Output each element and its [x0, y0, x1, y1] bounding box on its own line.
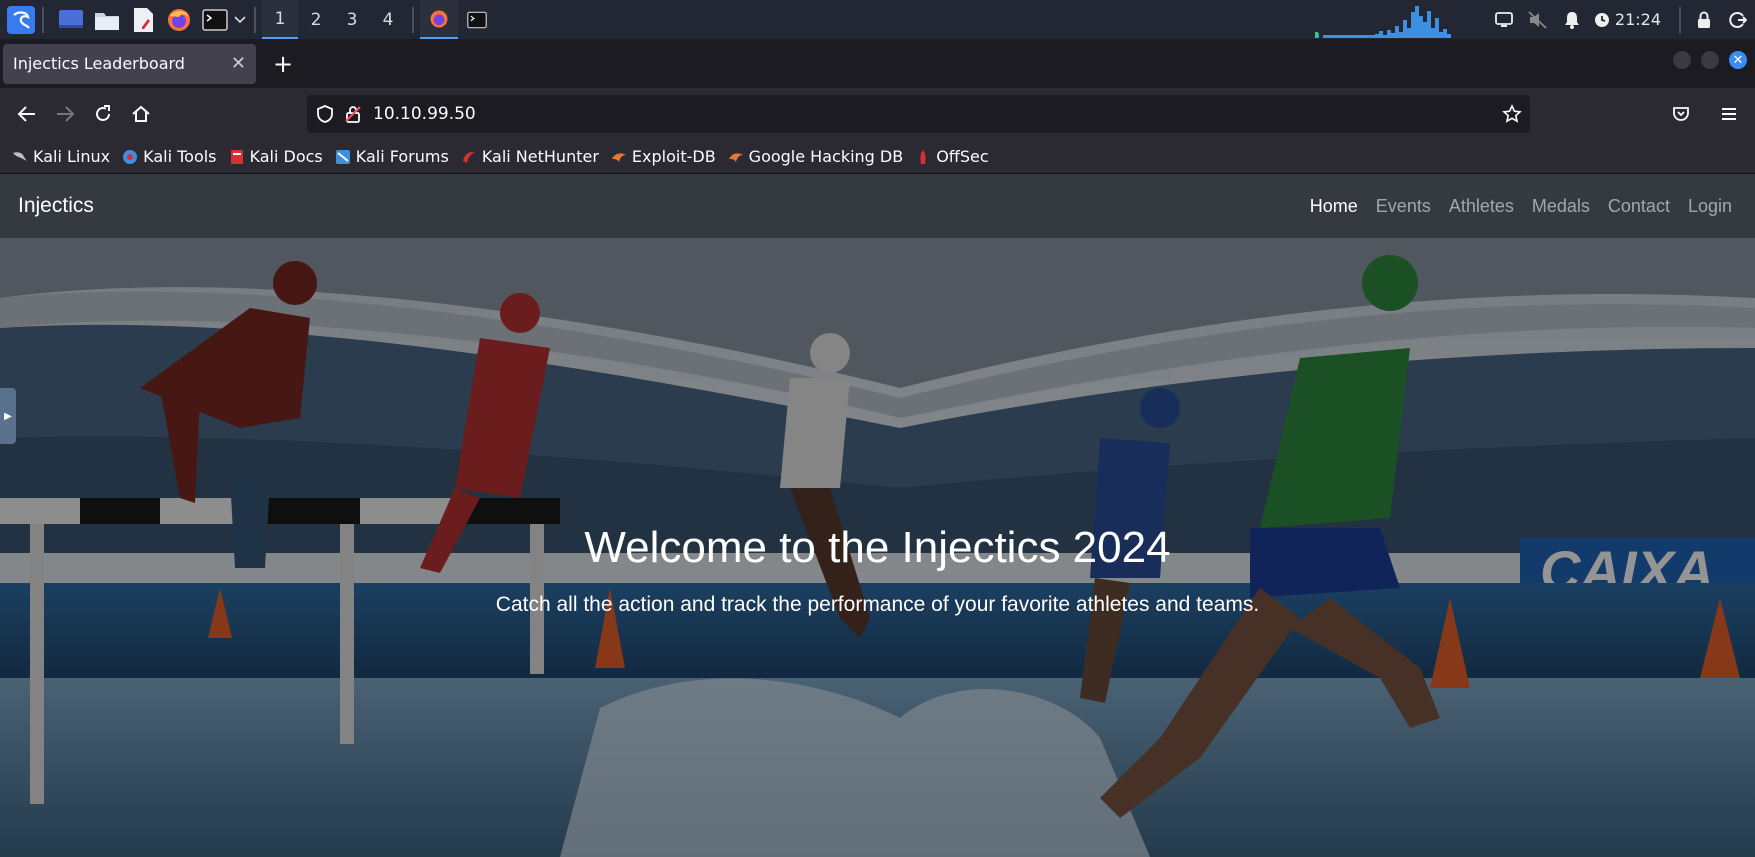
terminal-window-button[interactable] [458, 0, 496, 39]
pocket-button[interactable] [1663, 96, 1699, 132]
ghdb-icon [728, 152, 743, 162]
terminal-icon[interactable] [200, 5, 230, 35]
file-manager-icon[interactable] [92, 5, 122, 35]
bookmark-kali-tools[interactable]: Kali Tools [122, 147, 217, 166]
workspace-2[interactable]: 2 [298, 0, 334, 39]
url-text[interactable]: 10.10.99.50 [373, 104, 476, 124]
offsec-icon [920, 149, 926, 164]
hero-title: Welcome to the Injectics 2024 [584, 523, 1171, 572]
bookmark-exploit-db[interactable]: Exploit-DB [611, 147, 716, 166]
chevron-down-icon[interactable] [232, 5, 248, 35]
hero-subtitle: Catch all the action and track the perfo… [495, 593, 1260, 616]
kali-tools-icon [123, 149, 138, 164]
bookmark-star-icon[interactable] [1502, 104, 1522, 124]
reload-icon [96, 105, 110, 121]
menu-events[interactable]: Events [1367, 196, 1440, 217]
lock-icon[interactable] [1687, 0, 1721, 39]
arrow-right-icon [57, 106, 75, 122]
bookmark-kali-linux[interactable]: Kali Linux [12, 147, 110, 166]
firefox-icon [430, 10, 448, 27]
bookmarks-bar: Kali Linux Kali Tools Kali Docs Kali For… [0, 140, 1755, 174]
sidebar-toggle-handle[interactable]: ▶ [0, 388, 16, 444]
menu-home[interactable]: Home [1301, 196, 1367, 217]
bookmark-kali-forums[interactable]: Kali Forums [335, 147, 449, 166]
site-menu: Home Events Athletes Medals Contact Logi… [1301, 174, 1741, 238]
workspace-4[interactable]: 4 [370, 0, 406, 39]
clock[interactable]: 21:24 [1615, 10, 1661, 29]
clock-icon [1589, 0, 1615, 39]
toolbar-right [1661, 96, 1747, 132]
workspace-3[interactable]: 3 [334, 0, 370, 39]
bookmark-label: Kali Forums [355, 147, 449, 166]
hero-section: CAIXA Welcome to the Injectics 2024 Catc… [0, 238, 1755, 857]
bookmark-label: Exploit-DB [631, 147, 716, 166]
notification-bell-icon[interactable] [1555, 0, 1589, 39]
kali-dragon-icon [13, 151, 27, 161]
window-controls: ✕ [1673, 51, 1747, 69]
tab-bar: Injectics Leaderboard ✕ + ✕ [0, 39, 1755, 88]
menu-athletes[interactable]: Athletes [1440, 196, 1523, 217]
app-menu-button[interactable] [1711, 96, 1747, 132]
taskbar-separator [1679, 6, 1681, 33]
workspace-1[interactable]: 1 [262, 0, 298, 39]
bookmark-google-hacking-db[interactable]: Google Hacking DB [728, 147, 904, 166]
bookmark-offsec[interactable]: OffSec [915, 147, 989, 166]
bookmark-kali-nethunter[interactable]: Kali NetHunter [461, 147, 599, 166]
new-tab-button[interactable]: + [266, 47, 300, 81]
bookmark-label: Kali NetHunter [481, 147, 599, 166]
site-navbar: Injectics Home Events Athletes Medals Co… [0, 174, 1755, 238]
bookmark-label: Google Hacking DB [748, 147, 904, 166]
kali-menu-icon[interactable] [6, 5, 36, 35]
minimize-button[interactable] [1673, 51, 1691, 69]
exploit-db-icon [611, 152, 626, 162]
forward-button[interactable] [47, 96, 83, 132]
bookmark-kali-docs[interactable]: Kali Docs [229, 147, 323, 166]
menu-medals[interactable]: Medals [1523, 196, 1599, 217]
site-brand[interactable]: Injectics [18, 194, 94, 218]
network-activity-graph [1314, 5, 1451, 38]
desktop-icon[interactable] [56, 5, 86, 35]
insecure-lock-icon[interactable] [343, 104, 363, 124]
arrow-left-icon [17, 106, 35, 122]
close-window-button[interactable]: ✕ [1729, 51, 1747, 69]
hamburger-menu-icon [1722, 108, 1736, 120]
terminal-icon [467, 11, 487, 28]
menu-login[interactable]: Login [1679, 196, 1741, 217]
taskbar-separator [42, 6, 44, 33]
taskbar-separator [412, 6, 414, 33]
bookmark-label: OffSec [936, 147, 989, 166]
screen-icon[interactable] [1487, 0, 1521, 39]
firefox-window-button[interactable] [420, 0, 458, 39]
tab-title: Injectics Leaderboard [13, 54, 185, 73]
tab-injectics-leaderboard[interactable]: Injectics Leaderboard ✕ [3, 43, 256, 84]
volume-muted-icon[interactable] [1521, 0, 1555, 39]
system-tray: 21:24 [1314, 0, 1755, 39]
bookmark-label: Kali Docs [249, 147, 323, 166]
pocket-icon [1673, 107, 1689, 121]
bookmark-label: Kali Linux [33, 147, 111, 166]
home-icon [132, 105, 150, 122]
maximize-button[interactable] [1701, 51, 1719, 69]
home-button[interactable] [123, 96, 159, 132]
reload-button[interactable] [85, 96, 121, 132]
shield-icon[interactable] [315, 104, 335, 124]
logout-icon[interactable] [1721, 0, 1755, 39]
kali-forums-icon [335, 149, 350, 164]
text-editor-icon[interactable] [128, 5, 158, 35]
bookmark-label: Kali Tools [143, 147, 217, 166]
menu-contact[interactable]: Contact [1599, 196, 1679, 217]
navigation-toolbar: 10.10.99.50 [0, 88, 1755, 140]
nethunter-icon [462, 151, 475, 163]
close-tab-icon[interactable]: ✕ [231, 53, 246, 74]
taskbar-separator [254, 6, 256, 33]
kali-docs-icon [230, 149, 243, 164]
firefox-icon[interactable] [164, 5, 194, 35]
taskbar: 1 2 3 4 21:24 [0, 0, 1755, 39]
url-bar[interactable]: 10.10.99.50 [307, 95, 1530, 133]
back-button[interactable] [9, 96, 45, 132]
